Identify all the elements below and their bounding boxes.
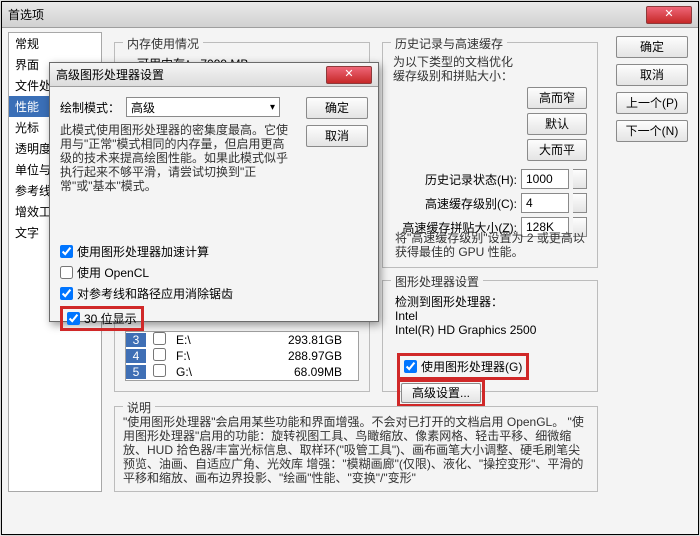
main-close-button[interactable]: ✕ [646, 6, 692, 24]
modal-cancel-button[interactable]: 取消 [306, 125, 368, 147]
modal-description: 此模式使用图形处理器的密集度最高。它使用与"正常"模式相同的内存量，但启用更高级… [60, 123, 290, 193]
next-button[interactable]: 下一个(N) [616, 120, 688, 142]
description-legend: 说明 [123, 399, 155, 416]
drive-letter: F:\ [172, 349, 252, 363]
ok-button[interactable]: 确定 [616, 36, 688, 58]
spinner-icon[interactable] [573, 193, 587, 213]
row-num: 4 [126, 349, 146, 363]
drawing-mode-label: 绘制模式： [60, 99, 120, 116]
modal-button-column: 确定 取消 [306, 97, 368, 147]
cb-30bit-input[interactable] [67, 312, 80, 325]
cb-antialias[interactable]: 对参考线和路径应用消除锯齿 [60, 285, 368, 302]
gpu-advanced-button[interactable]: 高级设置... [401, 383, 481, 403]
history-sub2: 缓存级别和拼贴大小： [393, 67, 587, 84]
main-title: 首选项 [2, 6, 44, 23]
drive-letter: E:\ [172, 333, 252, 347]
cb-30bit[interactable]: 30 位显示 [60, 306, 144, 331]
history-legend: 历史记录与高速缓存 [391, 35, 507, 52]
modal-title: 高级图形处理器设置 [50, 66, 164, 83]
default-button[interactable]: 默认 [527, 113, 587, 135]
gpu-settings-group: 图形处理器设置 检测到图形处理器： Intel Intel(R) HD Grap… [382, 280, 598, 392]
cache-levels-input[interactable]: 4 [521, 193, 569, 213]
modal-ok-button[interactable]: 确定 [306, 97, 368, 119]
table-row[interactable]: 3 E:\ 293.81GB [126, 332, 358, 348]
main-titlebar: 首选项 ✕ [2, 2, 698, 28]
chevron-down-icon: ▾ [270, 102, 275, 113]
description-group: 说明 "使用图形处理器"会启用某些功能和界面增强。不会对已打开的文档启用 Ope… [114, 406, 598, 492]
cb-opencl-label: 使用 OpenCL [77, 264, 149, 281]
row-checkbox[interactable] [146, 332, 172, 348]
drive-space: 68.09MB [252, 365, 358, 379]
table-row[interactable]: 4 F:\ 288.97GB [126, 348, 358, 364]
drive-letter: G:\ [172, 365, 252, 379]
use-gpu-checkbox[interactable]: 使用图形处理器(G) [397, 353, 529, 380]
gpu-detected-label: 检测到图形处理器： [395, 293, 503, 310]
cb-gpu-accel[interactable]: 使用图形处理器加速计算 [60, 243, 368, 260]
drawing-mode-combo[interactable]: 高级 ▾ [126, 97, 280, 117]
table-row[interactable]: 5 G:\ 68.09MB [126, 364, 358, 380]
history-states-label: 历史记录状态(H): [425, 171, 517, 188]
cache-levels-label: 高速缓存级别(C): [425, 195, 517, 212]
drive-space: 293.81GB [252, 333, 358, 347]
cb-opencl-input[interactable] [60, 266, 73, 279]
cb-antialias-input[interactable] [60, 287, 73, 300]
modal-titlebar: 高级图形处理器设置 ✕ [50, 63, 378, 87]
prev-button[interactable]: 上一个(P) [616, 92, 688, 114]
history-states-input[interactable]: 1000 [521, 169, 569, 189]
advanced-gpu-dialog: 高级图形处理器设置 ✕ 确定 取消 绘制模式： 高级 ▾ 此模式使用图形处理器的… [49, 62, 379, 322]
row-num: 5 [126, 365, 146, 379]
gpu-legend: 图形处理器设置 [391, 273, 483, 290]
right-button-column: 确定 取消 上一个(P) 下一个(N) [616, 36, 688, 142]
cancel-button[interactable]: 取消 [616, 64, 688, 86]
cb-opencl[interactable]: 使用 OpenCL [60, 264, 368, 281]
scratch-disk-table: 3 E:\ 293.81GB 4 F:\ 288.97GB 5 G:\ 68.0… [125, 331, 359, 381]
cb-gpu-accel-input[interactable] [60, 245, 73, 258]
gpu-advanced-highlight: 高级设置... [397, 379, 485, 407]
modal-close-button[interactable]: ✕ [326, 66, 372, 84]
drawing-mode-value: 高级 [131, 99, 155, 116]
drive-space: 288.97GB [252, 349, 358, 363]
big-flat-button[interactable]: 大而平 [527, 139, 587, 161]
row-checkbox[interactable] [146, 364, 172, 380]
description-text: "使用图形处理器"会启用某些功能和界面增强。不会对已打开的文档启用 OpenGL… [123, 415, 589, 487]
tall-thin-button[interactable]: 高而窄 [527, 87, 587, 109]
sidebar-item-general[interactable]: 常规 [9, 33, 101, 54]
use-gpu-label: 使用图形处理器(G) [421, 358, 522, 375]
use-gpu-input[interactable] [404, 360, 417, 373]
history-note: 将"高速缓存级别"设置为 2 或更高以获得最佳的 GPU 性能。 [395, 231, 585, 259]
cb-gpu-accel-label: 使用图形处理器加速计算 [77, 243, 209, 260]
gpu-vendor: Intel [395, 309, 418, 323]
modal-checkbox-list: 使用图形处理器加速计算 使用 OpenCL 对参考线和路径应用消除锯齿 30 位… [60, 243, 368, 331]
cb-30bit-label: 30 位显示 [84, 310, 137, 327]
row-checkbox[interactable] [146, 348, 172, 364]
modal-body: 确定 取消 绘制模式： 高级 ▾ 此模式使用图形处理器的密集度最高。它使用与"正… [50, 87, 378, 321]
memory-legend: 内存使用情况 [123, 35, 203, 52]
cb-antialias-label: 对参考线和路径应用消除锯齿 [77, 285, 233, 302]
row-num: 3 [126, 333, 146, 347]
gpu-model: Intel(R) HD Graphics 2500 [395, 323, 536, 337]
history-cache-group: 历史记录与高速缓存 为以下类型的文档优化 缓存级别和拼贴大小： 高而窄 默认 大… [382, 42, 598, 268]
spinner-icon[interactable] [573, 169, 587, 189]
